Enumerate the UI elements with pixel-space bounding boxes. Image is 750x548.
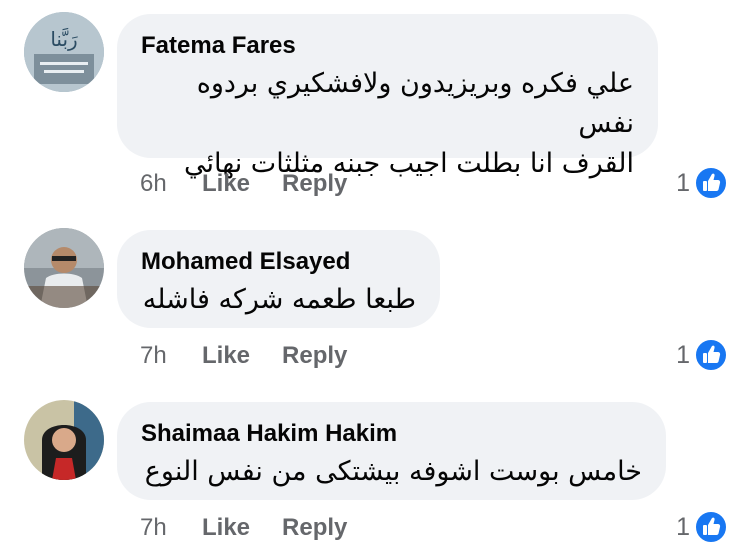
comment-text-line-1: طبعا طعمه شركه فاشله	[142, 284, 416, 315]
like-button[interactable]: Like	[202, 342, 250, 370]
reply-button[interactable]: Reply	[282, 514, 347, 542]
reaction-summary[interactable]: 1	[676, 166, 728, 200]
reaction-count: 1	[676, 340, 690, 369]
like-button[interactable]: Like	[202, 514, 250, 542]
like-reaction-icon	[694, 510, 728, 544]
comment-bubble: Mohamed Elsayed طبعا طعمه شركه فاشله	[117, 230, 440, 328]
reaction-count: 1	[676, 168, 690, 197]
comment-bubble: Fatema Fares علي فكره وبريزيدون ولافشكير…	[117, 14, 658, 179]
avatar[interactable]	[24, 228, 104, 308]
avatar[interactable]: رَبَّنا	[24, 12, 104, 92]
comment-author[interactable]: Mohamed Elsayed	[141, 248, 416, 276]
reaction-summary[interactable]: 1	[676, 510, 728, 544]
like-button[interactable]: Like	[202, 170, 250, 198]
reaction-summary[interactable]: 1	[676, 338, 728, 372]
comment-actions: 6h Like Reply	[140, 170, 347, 198]
reply-button[interactable]: Reply	[282, 170, 347, 198]
avatar[interactable]	[24, 400, 104, 480]
comment-actions: 7h Like Reply	[140, 514, 347, 542]
comment-timestamp[interactable]: 6h	[140, 170, 202, 198]
avatar-image	[24, 228, 104, 308]
comment-text-line-1: خامس بوست اشوفه بيشتكى من نفس النوع	[144, 456, 642, 487]
comment-bubble: Shaimaa Hakim Hakim خامس بوست اشوفه بيشت…	[117, 402, 666, 500]
comment-author[interactable]: Shaimaa Hakim Hakim	[141, 420, 642, 448]
avatar-caption: رَبَّنا	[50, 27, 78, 51]
comment-author[interactable]: Fatema Fares	[141, 32, 634, 60]
like-reaction-icon	[694, 338, 728, 372]
comment-timestamp[interactable]: 7h	[140, 514, 202, 542]
comment-text-line-1: علي فكره وبريزيدون ولافشكيري بردوه نفس	[196, 68, 634, 139]
avatar-image	[24, 400, 104, 480]
like-reaction-icon	[694, 166, 728, 200]
comment-timestamp[interactable]: 7h	[140, 342, 202, 370]
comment-actions: 7h Like Reply	[140, 342, 347, 370]
avatar-image: رَبَّنا	[24, 12, 104, 92]
reaction-count: 1	[676, 512, 690, 541]
reply-button[interactable]: Reply	[282, 342, 347, 370]
